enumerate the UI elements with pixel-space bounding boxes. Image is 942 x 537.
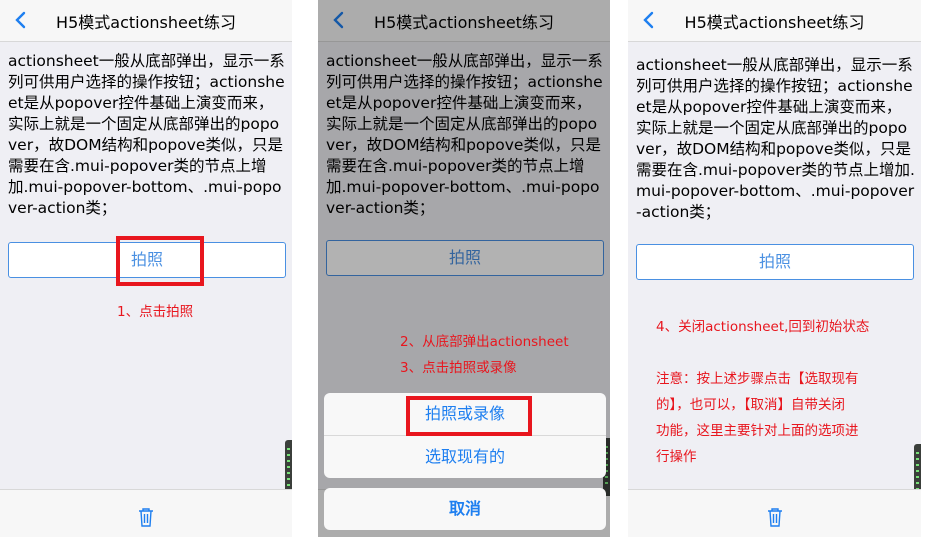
choose-existing-option[interactable]: 选取现有的 <box>324 436 606 478</box>
highlight-box <box>116 236 204 286</box>
navbar: H5模式actionsheet练习 <box>0 0 292 42</box>
step3-annotation: 3、点击拍照或录像 <box>400 360 517 376</box>
description-text: actionsheet一般从底部弹出，显示一系列可供用户选择的操作按钮；acti… <box>8 52 285 217</box>
note-line-1: 注意：按上述步骤点击【选取现有 <box>656 371 859 387</box>
phone-screen-initial: H5模式actionsheet练习 actionsheet一般从底部弹出，显示一… <box>0 0 292 537</box>
photo-button[interactable]: 拍照 <box>636 244 914 280</box>
phone-screen-closed: H5模式actionsheet练习 actionsheet一般从底部弹出，显示一… <box>628 0 921 537</box>
bottom-toolbar <box>0 489 292 537</box>
note-line-4: 行操作 <box>656 449 697 465</box>
page-title: H5模式actionsheet练习 <box>56 13 236 32</box>
phone-screen-actionsheet: H5模式actionsheet练习 actionsheet一般从底部弹出，显示一… <box>318 0 610 537</box>
trash-icon[interactable] <box>137 506 155 528</box>
page-title: H5模式actionsheet练习 <box>684 13 865 32</box>
note-line-3: 功能，这里主要针对上面的选项进 <box>656 423 859 439</box>
note-line-2: 的】，也可以，【取消】自带关闭 <box>656 397 845 413</box>
highlight-box <box>406 396 532 436</box>
trash-icon[interactable] <box>766 506 784 528</box>
description-text: actionsheet一般从底部弹出，显示一系列可供用户选择的操作按钮；acti… <box>636 56 915 221</box>
step2-annotation: 2、从底部弹出actionsheet <box>400 334 569 350</box>
cancel-option[interactable]: 取消 <box>324 488 606 530</box>
bottom-toolbar <box>628 489 921 537</box>
actionsheet-cancel: 取消 <box>324 488 606 530</box>
step1-annotation: 1、点击拍照 <box>117 304 194 320</box>
navbar: H5模式actionsheet练习 <box>628 0 921 42</box>
step4-annotation: 4、关闭actionsheet,回到初始状态 <box>656 319 870 335</box>
